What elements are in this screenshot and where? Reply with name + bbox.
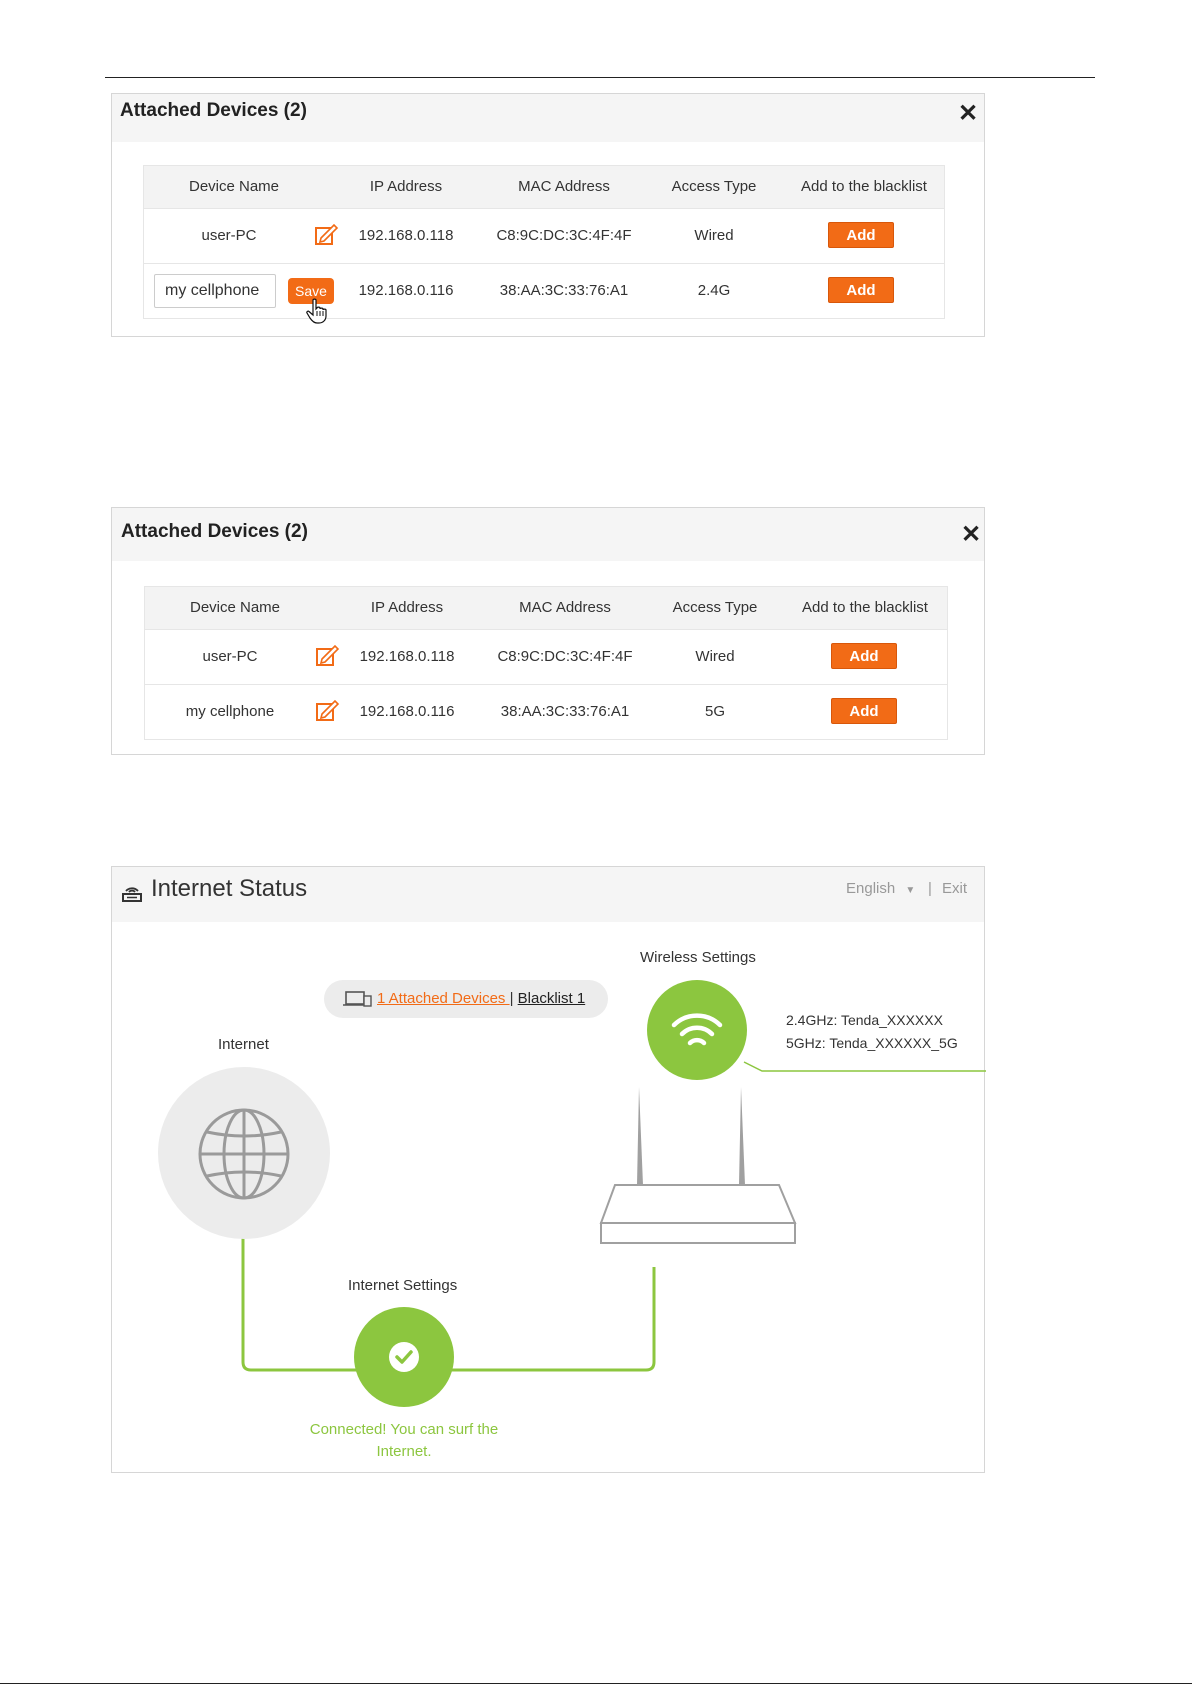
add-to-blacklist-button[interactable]: Add xyxy=(831,643,897,669)
table-row: my cellphone 192.168.0.116 38:AA:3C:33:7… xyxy=(145,684,947,740)
col-blacklist: Add to the blacklist xyxy=(801,178,927,195)
ip-address: 192.168.0.118 xyxy=(358,227,454,244)
close-icon[interactable]: ✕ xyxy=(961,523,981,547)
mac-address: 38:AA:3C:33:76:A1 xyxy=(500,703,630,720)
device-name: my cellphone xyxy=(185,703,275,720)
ssid-24ghz: 2.4GHz: Tenda_XXXXXX xyxy=(786,1012,943,1028)
col-device-name: Device Name xyxy=(189,599,281,616)
internet-settings-label: Internet Settings xyxy=(348,1277,458,1294)
col-mac-address: MAC Address xyxy=(519,599,611,616)
wifi-icon xyxy=(671,1013,723,1046)
table-row: user-PC 192.168.0.118 C8:9C:DC:3C:4F:4F … xyxy=(144,208,944,264)
col-ip-address: IP Address xyxy=(370,599,444,616)
attached-devices-panel-editing: Attached Devices (2) ✕ Device Name IP Ad… xyxy=(111,93,985,337)
connection-status-line2: Internet. xyxy=(376,1443,432,1460)
add-to-blacklist-button[interactable]: Add xyxy=(828,222,894,248)
panel-title: Attached Devices (2) xyxy=(121,521,308,542)
attached-devices-panel: Attached Devices (2) ✕ Device Name IP Ad… xyxy=(111,507,985,755)
col-blacklist: Add to the blacklist xyxy=(802,599,928,616)
connection-status-message: Connected! You can surf the Internet. xyxy=(282,1419,526,1463)
internet-status-panel: Internet Status English ▼ | Exit 1 Attac… xyxy=(111,866,986,1473)
col-mac-address: MAC Address xyxy=(518,178,610,195)
col-access-type: Access Type xyxy=(672,599,758,616)
hand-cursor-icon xyxy=(306,298,327,324)
devices-icon xyxy=(343,991,372,1007)
close-icon[interactable]: ✕ xyxy=(958,102,978,126)
attached-devices-link[interactable]: 1 Attached Devices xyxy=(377,990,510,1007)
add-to-blacklist-button[interactable]: Add xyxy=(831,698,897,724)
router-device-icon xyxy=(599,1087,797,1244)
internet-label: Internet xyxy=(218,1036,269,1053)
table-row: user-PC 192.168.0.118 C8:9C:DC:3C:4F:4F … xyxy=(145,629,947,685)
globe-icon xyxy=(198,1108,290,1200)
device-name: user-PC xyxy=(201,227,257,244)
table-row: Save 192.168.0.116 38:AA:3C:33:76:A1 2.4… xyxy=(144,263,944,324)
device-name-input[interactable] xyxy=(154,274,276,308)
ssid-5ghz: 5GHz: Tenda_XXXXXX_5G xyxy=(786,1035,958,1051)
panel-title: Attached Devices (2) xyxy=(120,100,307,121)
table-header: Device Name IP Address MAC Address Acces… xyxy=(145,587,947,629)
col-access-type: Access Type xyxy=(671,178,757,195)
access-type: Wired xyxy=(695,648,735,665)
page-bottom-rule xyxy=(0,1683,1192,1684)
add-to-blacklist-button[interactable]: Add xyxy=(828,277,894,303)
table-header: Device Name IP Address MAC Address Acces… xyxy=(144,166,944,208)
col-ip-address: IP Address xyxy=(369,178,443,195)
col-device-name: Device Name xyxy=(188,178,280,195)
access-type: Wired xyxy=(694,227,734,244)
connection-status-line1: Connected! You can surf the xyxy=(309,1421,499,1438)
check-circle-icon xyxy=(389,1342,419,1372)
devices-table: Device Name IP Address MAC Address Acces… xyxy=(143,165,945,324)
mac-address: C8:9C:DC:3C:4F:4F xyxy=(497,648,633,665)
blacklist-link[interactable]: Blacklist 1 xyxy=(518,990,586,1007)
attached-devices-links: 1 Attached Devices | Blacklist 1 xyxy=(377,990,585,1007)
devices-table: Device Name IP Address MAC Address Acces… xyxy=(144,586,948,740)
device-name: user-PC xyxy=(202,648,258,665)
wireless-settings-label: Wireless Settings xyxy=(640,949,756,966)
attached-devices-summary: 1 Attached Devices | Blacklist 1 xyxy=(324,980,608,1018)
page-top-rule xyxy=(105,77,1095,78)
ip-address: 192.168.0.116 xyxy=(359,703,455,720)
mac-address: C8:9C:DC:3C:4F:4F xyxy=(496,227,632,244)
access-type: 2.4G xyxy=(697,282,731,299)
mac-address: 38:AA:3C:33:76:A1 xyxy=(499,282,629,299)
ip-address: 192.168.0.116 xyxy=(358,282,454,299)
ip-address: 192.168.0.118 xyxy=(359,648,455,665)
pill-separator: | xyxy=(509,990,514,1007)
access-type: 5G xyxy=(704,703,725,720)
